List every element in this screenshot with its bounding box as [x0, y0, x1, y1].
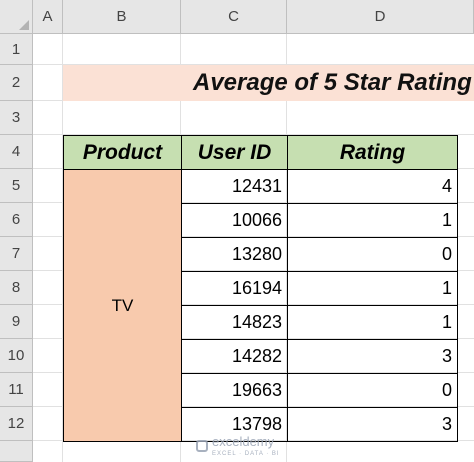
row-header-5[interactable]: 5 [0, 169, 33, 203]
watermark-tagline: EXCEL · DATA · BI [212, 451, 280, 457]
user-id-cell[interactable]: 14823 [181, 305, 288, 340]
row-header-9[interactable]: 9 [0, 305, 33, 339]
exceldemy-logo-icon [196, 439, 208, 452]
rating-cell[interactable]: 1 [287, 203, 458, 238]
user-id-cell[interactable]: 19663 [181, 373, 288, 408]
title-cell[interactable]: Average of 5 Star Rating [63, 65, 474, 101]
user-id-cell[interactable]: 13280 [181, 237, 288, 272]
product-cell[interactable]: TV [63, 169, 182, 442]
row-header-1[interactable]: 1 [0, 34, 33, 65]
rating-cell[interactable]: 1 [287, 271, 458, 306]
watermark-name: exceldemy [212, 434, 275, 449]
rating-cell[interactable]: 4 [287, 169, 458, 204]
user-id-cell[interactable]: 10066 [181, 203, 288, 238]
user-id-cell[interactable]: 16194 [181, 271, 288, 306]
rating-cell[interactable]: 0 [287, 373, 458, 408]
spreadsheet: A B C D 1 2 3 4 5 6 7 8 9 10 11 12 Avera… [0, 0, 474, 462]
column-header-a[interactable]: A [33, 0, 63, 34]
row-header-11[interactable]: 11 [0, 373, 33, 407]
row-header-6[interactable]: 6 [0, 203, 33, 237]
column-header-b[interactable]: B [63, 0, 181, 34]
exceldemy-watermark: exceldemy EXCEL · DATA · BI [196, 434, 280, 457]
column-header-c[interactable]: C [181, 0, 287, 34]
row-header-4[interactable]: 4 [0, 135, 33, 169]
header-rating[interactable]: Rating [287, 135, 458, 170]
rating-cell[interactable]: 3 [287, 339, 458, 374]
rating-cell[interactable]: 1 [287, 305, 458, 340]
row-header-7[interactable]: 7 [0, 237, 33, 271]
row-header-10[interactable]: 10 [0, 339, 33, 373]
row-header-13[interactable] [0, 441, 33, 462]
row-header-3[interactable]: 3 [0, 101, 33, 135]
user-id-cell[interactable]: 12431 [181, 169, 288, 204]
sheet-title: Average of 5 Star Rating [193, 69, 472, 96]
header-user-id[interactable]: User ID [181, 135, 288, 170]
column-header-d[interactable]: D [287, 0, 474, 34]
row-header-2[interactable]: 2 [0, 65, 33, 101]
row-header-8[interactable]: 8 [0, 271, 33, 305]
rating-cell[interactable]: 0 [287, 237, 458, 272]
row-header-12[interactable]: 12 [0, 407, 33, 441]
header-product[interactable]: Product [63, 135, 182, 170]
rating-cell[interactable]: 3 [287, 407, 458, 442]
select-all-corner[interactable] [0, 0, 33, 34]
user-id-cell[interactable]: 14282 [181, 339, 288, 374]
